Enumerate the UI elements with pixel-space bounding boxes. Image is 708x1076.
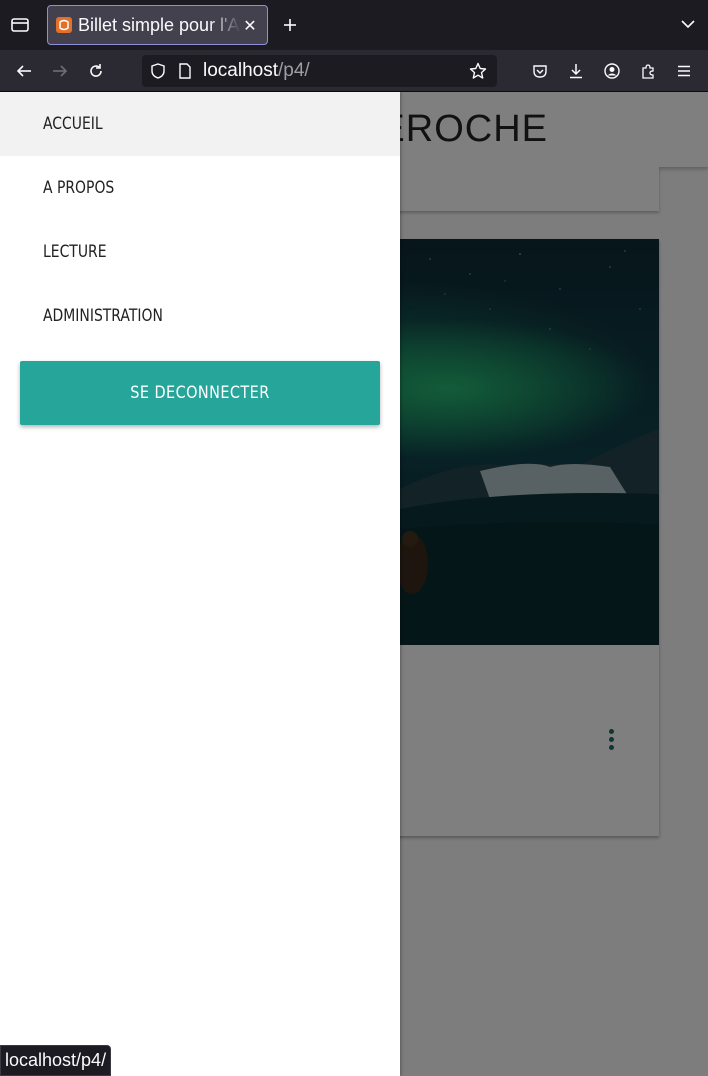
tab-title: Billet simple pour l'Alaska — [78, 14, 241, 35]
url-host: localhost — [203, 60, 278, 81]
url-text: localhost/p4/ — [203, 59, 310, 83]
browser-tab-bar: Billet simple pour l'Alaska ✕ — [0, 0, 708, 50]
nav-item-administration[interactable]: ADMINISTRATION — [0, 284, 400, 348]
nav-item-label: ACCUEIL — [43, 114, 103, 134]
logout-button-label: SE DECONNECTER — [130, 383, 270, 403]
tab-close-icon[interactable]: ✕ — [241, 16, 259, 35]
side-nav-drawer: ACCUEIL A PROPOS LECTURE ADMINISTRATION … — [0, 92, 400, 1076]
page-icon — [179, 63, 191, 79]
logout-button[interactable]: SE DECONNECTER — [20, 361, 380, 425]
new-tab-button[interactable] — [278, 13, 302, 37]
download-icon — [570, 64, 582, 79]
pocket-button[interactable] — [528, 59, 552, 83]
nav-item-label: A PROPOS — [43, 178, 115, 198]
chevron-down-icon — [681, 20, 695, 29]
tab-list-button[interactable] — [0, 0, 40, 50]
reload-icon — [90, 64, 102, 77]
reload-button[interactable] — [84, 59, 108, 83]
browser-tab[interactable]: Billet simple pour l'Alaska ✕ — [47, 5, 268, 45]
url-bar[interactable]: localhost/p4/ — [142, 55, 497, 87]
nav-item-accueil[interactable]: ACCUEIL — [0, 92, 400, 156]
list-all-tabs-button[interactable] — [678, 14, 698, 34]
extensions-button[interactable] — [636, 59, 660, 83]
arrow-right-icon — [53, 65, 68, 77]
nav-item-label: LECTURE — [43, 242, 107, 262]
account-button[interactable] — [600, 59, 624, 83]
account-icon — [604, 63, 620, 79]
site-favicon-icon — [56, 17, 72, 33]
tab-list-icon — [11, 18, 29, 32]
nav-item-label: ADMINISTRATION — [43, 306, 163, 326]
bookmark-star-icon[interactable] — [469, 62, 487, 80]
pocket-icon — [533, 65, 547, 78]
plus-icon — [284, 19, 296, 31]
browser-nav-bar: localhost/p4/ — [0, 50, 708, 92]
shield-icon — [151, 63, 165, 79]
menu-button[interactable] — [672, 59, 696, 83]
status-link-preview: localhost/p4/ — [0, 1045, 112, 1076]
arrow-left-icon — [16, 65, 31, 77]
puzzle-icon — [642, 64, 654, 79]
nav-item-a-propos[interactable]: A PROPOS — [0, 156, 400, 220]
back-button[interactable] — [12, 59, 36, 83]
hamburger-icon — [678, 65, 690, 77]
url-path: /p4/ — [278, 60, 310, 81]
nav-item-lecture[interactable]: LECTURE — [0, 220, 400, 284]
downloads-button[interactable] — [564, 59, 588, 83]
forward-button[interactable] — [48, 59, 72, 83]
